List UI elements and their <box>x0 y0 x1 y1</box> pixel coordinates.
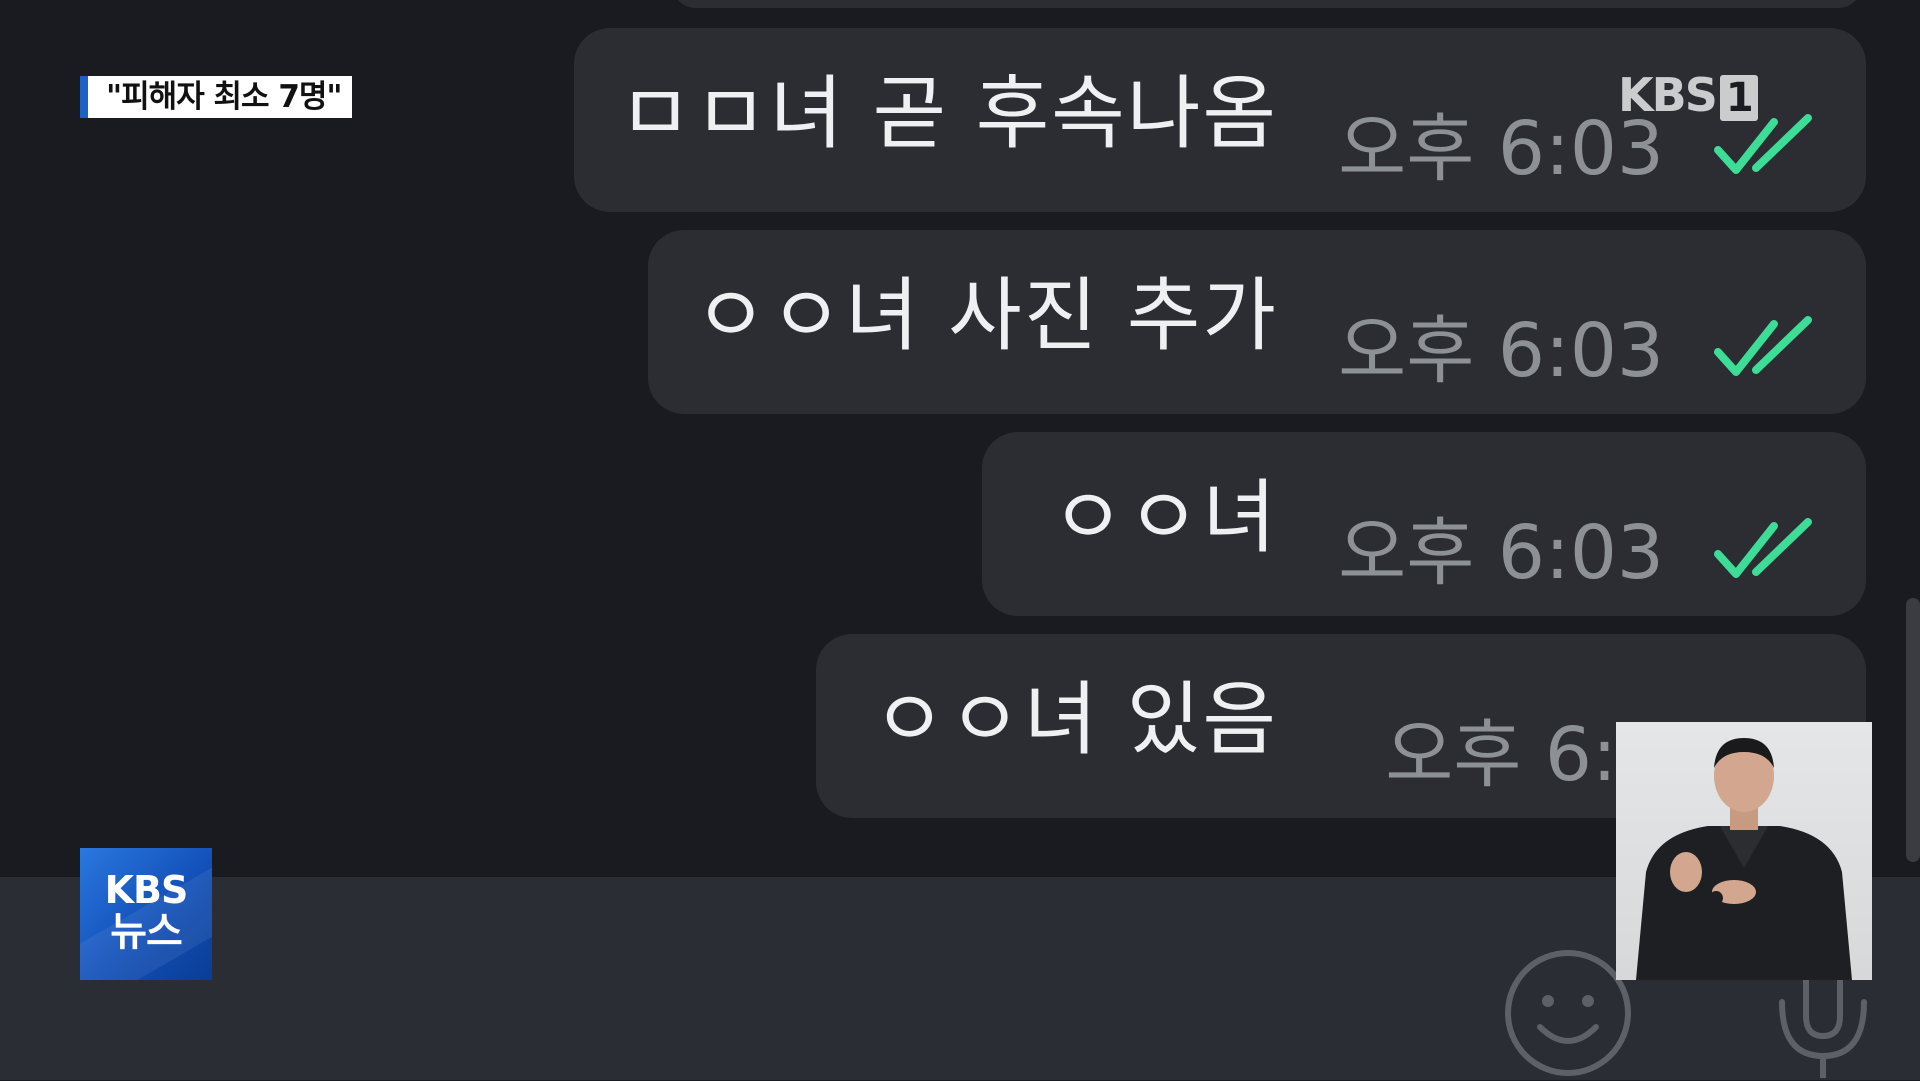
double-check-icon <box>1714 114 1812 174</box>
kbs1-channel-logo: KBS 1 <box>1618 68 1758 122</box>
sign-language-interpreter-inset <box>1616 722 1872 980</box>
message-time: 오후 6:03 <box>1338 308 1664 394</box>
kbs-news-logo-line1: KBS <box>104 868 189 912</box>
previous-message-bubble <box>672 0 1862 8</box>
message-text: ㅇㅇ녀 사진 추가 <box>693 269 1278 362</box>
message-text: ㅁㅁ녀 곧 후속나옴 <box>618 67 1278 160</box>
message-time: 오후 6:03 <box>1338 106 1664 192</box>
message-text: ㅇㅇ녀 <box>1051 471 1278 564</box>
scrollbar[interactable] <box>1906 598 1920 862</box>
kbs-news-logo-line2: 뉴스 <box>110 909 183 955</box>
message-text: ㅇㅇ녀 있음 <box>872 673 1278 766</box>
kbs-news-logo: KBS 뉴스 <box>80 848 212 980</box>
double-check-icon <box>1714 316 1812 376</box>
double-check-icon <box>1714 518 1812 578</box>
kbs1-logo-number: 1 <box>1719 75 1758 121</box>
message-bubble[interactable]: ㅇㅇ녀 사진 추가 오후 6:03 <box>648 230 1866 414</box>
message-bubble[interactable]: ㅇㅇ녀 오후 6:03 <box>982 432 1866 616</box>
news-caption: "피해자 최소 7명" <box>80 76 352 118</box>
kbs1-logo-text: KBS <box>1618 68 1718 122</box>
message-time: 오후 6:03 <box>1338 510 1664 596</box>
interpreter-figure <box>1636 738 1852 980</box>
